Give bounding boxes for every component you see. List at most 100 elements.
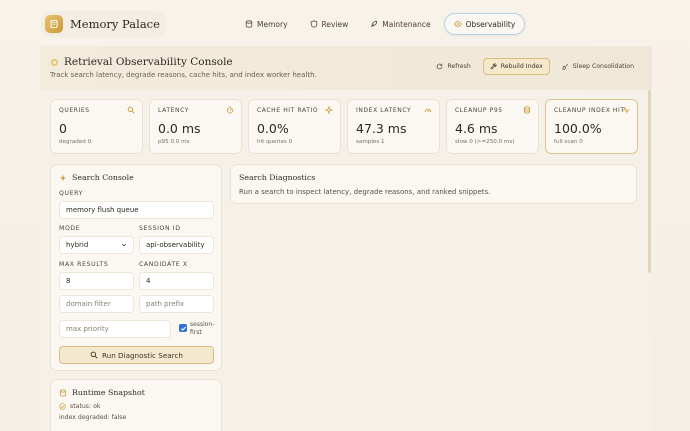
nav-maintenance[interactable]: Maintenance — [361, 13, 439, 35]
max-results-input[interactable]: 8 — [59, 272, 134, 290]
page-subtitle: Track search latency, degrade reasons, c… — [50, 71, 317, 79]
max-results-label: MAX RESULTS — [59, 261, 109, 268]
stats-row: QUERIES 0 degraded 0 LATENCY 0.0 ms p95 … — [50, 99, 638, 154]
runtime-snapshot-title-group: Runtime Snapshot — [59, 388, 145, 397]
stat-label: CLEANUP INDEX HIT — [554, 107, 625, 114]
nav-review-label: Review — [321, 19, 349, 29]
domain-filter-input[interactable]: domain filter — [59, 295, 134, 313]
run-diagnostic-search-label: Run Diagnostic Search — [101, 350, 183, 360]
search-diagnostics-card: Search Diagnostics Run a search to inspe… — [230, 164, 637, 204]
gauge-icon — [424, 108, 432, 113]
sparkle-icon — [325, 106, 333, 114]
sparkle-icon — [59, 174, 67, 181]
top-bar: Memory Palace Memory Review Maintenance … — [0, 0, 690, 46]
nav-maintenance-label: Maintenance — [382, 19, 431, 29]
stat-sub: samples 1 — [356, 139, 385, 145]
nav-memory-label: Memory — [257, 19, 288, 29]
stat-card-cleanup-index-hit: CLEANUP INDEX HIT 100.0% full scan 0 — [545, 99, 638, 154]
search-console-card: Search Console QUERY memory flush queue … — [50, 164, 222, 371]
mode-label: MODE — [59, 225, 81, 232]
database-icon — [59, 388, 67, 397]
stat-label: CLEANUP P95 — [455, 107, 503, 114]
stat-sub: degraded 0 — [59, 139, 92, 145]
stat-sub: full scan 0 — [554, 139, 583, 145]
stat-label: INDEX LATENCY — [356, 107, 412, 114]
stat-sub: hit queries 0 — [257, 139, 293, 145]
path-prefix-input[interactable]: path prefix — [139, 295, 214, 313]
stat-card-latency: LATENCY 0.0 ms p95 0.0 ms — [149, 99, 242, 154]
run-diagnostic-search-button[interactable]: Run Diagnostic Search — [59, 346, 214, 364]
search-diagnostics-title: Search Diagnostics — [239, 173, 316, 182]
check-icon — [180, 326, 186, 331]
runtime-status: status: ok — [59, 403, 100, 410]
mode-select-value: hybrid — [66, 241, 89, 249]
runtime-index-degraded: index degraded: false — [59, 414, 127, 421]
search-icon — [90, 351, 98, 359]
stat-sub: slow 0 (>=250.0 ms) — [455, 139, 515, 145]
sleep-consolidation-label: Sleep Consolidation — [572, 63, 634, 70]
nav-observability-label: Observability — [465, 19, 516, 29]
search-icon — [127, 106, 135, 114]
stat-value: 0.0 ms — [158, 121, 201, 136]
console-header: Retrieval Observability Console Track se… — [40, 46, 652, 90]
eye-icon — [453, 21, 462, 27]
candidate-x-input[interactable]: 4 — [139, 272, 214, 290]
nav-review[interactable]: Review — [301, 13, 358, 35]
stat-card-cache-hit: CACHE HIT RATIO 0.0% hit queries 0 — [248, 99, 341, 154]
stat-card-cleanup-p95: CLEANUP P95 4.6 ms slow 0 (>=250.0 ms) — [446, 99, 539, 154]
search-diagnostics-empty: Run a search to inspect latency, degrade… — [239, 188, 491, 196]
refresh-button[interactable]: Refresh — [430, 58, 476, 75]
sparkle-icon — [50, 58, 59, 66]
session-first-checkbox[interactable] — [179, 324, 187, 332]
refresh-label: Refresh — [447, 63, 471, 70]
stat-card-queries: QUERIES 0 degraded 0 — [50, 99, 143, 154]
stat-label: CACHE HIT RATIO — [257, 107, 319, 114]
stat-value: 47.3 ms — [356, 121, 407, 136]
stat-card-index-latency: INDEX LATENCY 47.3 ms samples 1 — [347, 99, 440, 154]
stat-value: 0 — [59, 121, 67, 136]
session-id-input[interactable]: api-observability — [139, 236, 214, 254]
max-priority-input[interactable]: max priority — [59, 320, 171, 338]
page-title-group: Retrieval Observability Console — [50, 56, 233, 68]
broom-icon — [562, 63, 568, 70]
nav-observability[interactable]: Observability — [443, 13, 526, 35]
nav-memory[interactable]: Memory — [236, 13, 297, 35]
header-actions: Refresh Rebuild Index Sleep Consolidatio… — [430, 58, 640, 75]
stat-label: QUERIES — [59, 107, 90, 114]
timer-icon — [226, 106, 234, 114]
feather-icon — [371, 20, 378, 28]
scrollbar[interactable] — [648, 90, 651, 273]
main-nav: Memory Review Maintenance Observability — [236, 12, 526, 36]
query-label: QUERY — [59, 190, 83, 197]
runtime-status-text: status: ok — [70, 403, 101, 410]
page-title: Retrieval Observability Console — [64, 56, 233, 68]
sleep-consolidation-button[interactable]: Sleep Consolidation — [556, 58, 640, 75]
stat-value: 4.6 ms — [455, 121, 498, 136]
search-console-title-group: Search Console — [59, 173, 134, 182]
stat-value: 0.0% — [257, 121, 289, 136]
database-icon — [245, 20, 253, 28]
check-circle-icon — [59, 403, 66, 410]
app-name: Memory Palace — [70, 17, 160, 31]
runtime-snapshot-card: Runtime Snapshot status: ok index degrad… — [50, 379, 222, 431]
rebuild-index-label: Rebuild Index — [500, 63, 543, 70]
brand[interactable]: Memory Palace — [41, 11, 166, 37]
stat-label: LATENCY — [158, 107, 190, 114]
session-id-label: SESSION ID — [139, 225, 181, 232]
stat-sub: p95 0.0 ms — [158, 139, 190, 145]
query-input[interactable]: memory flush queue — [59, 201, 214, 219]
search-console-title: Search Console — [72, 173, 134, 182]
rebuild-index-button[interactable]: Rebuild Index — [482, 58, 550, 75]
stat-value: 100.0% — [554, 121, 602, 136]
shield-icon — [310, 20, 317, 28]
database-icon — [523, 106, 531, 114]
mode-select[interactable]: hybrid — [59, 236, 134, 254]
chevron-down-icon — [121, 243, 127, 247]
book-icon — [45, 15, 63, 33]
runtime-snapshot-title: Runtime Snapshot — [72, 388, 145, 397]
refresh-icon — [437, 63, 443, 70]
pulse-icon — [622, 106, 630, 114]
candidate-x-label: CANDIDATE X — [139, 261, 188, 268]
wrench-icon — [490, 63, 497, 70]
session-first-label: session-first — [190, 321, 215, 336]
